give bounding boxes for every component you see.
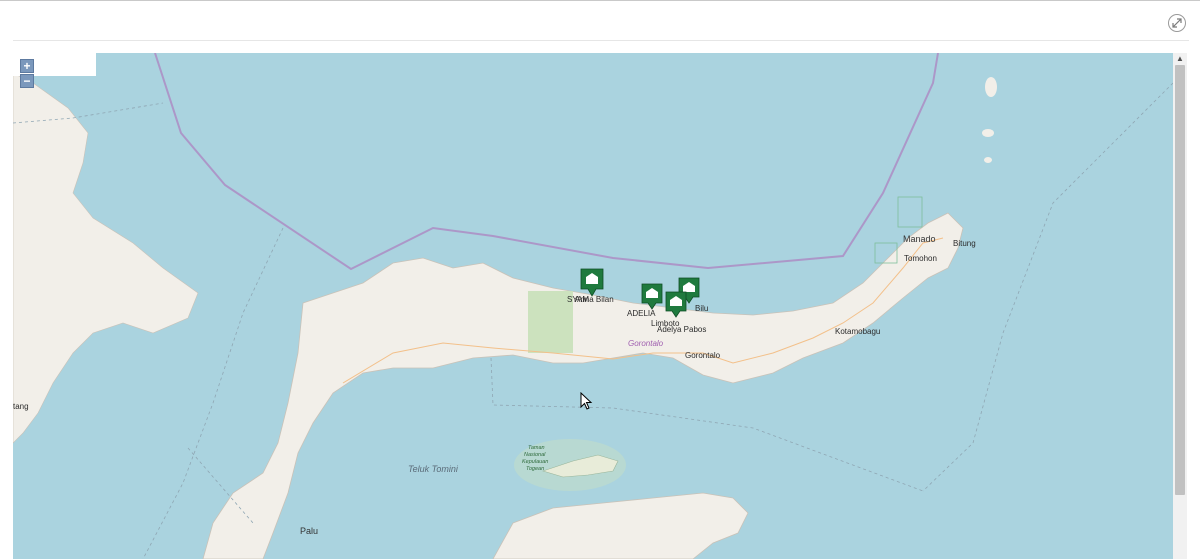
label-manado: Manado bbox=[903, 234, 936, 244]
label-palu: Palu bbox=[300, 526, 318, 536]
island-2 bbox=[982, 129, 994, 137]
label-marker-text-1: Arina Bilan bbox=[575, 295, 614, 304]
scroll-thumb[interactable] bbox=[1175, 65, 1185, 495]
label-park-1: Taman bbox=[528, 445, 545, 451]
scroll-up-arrow-icon[interactable]: ▲ bbox=[1173, 53, 1187, 65]
label-teluk-tomini: Teluk Tomini bbox=[408, 464, 459, 474]
mouse-cursor-icon bbox=[580, 392, 593, 410]
zoom-in-button[interactable]: + bbox=[20, 59, 34, 73]
map-view[interactable]: Manado Bitung Tomohon Kotamobagu Goronta… bbox=[13, 53, 1173, 559]
label-gorontalo-province: Gorontalo bbox=[628, 339, 664, 348]
label-adelya: Adelya Pabos bbox=[657, 325, 706, 334]
top-border bbox=[0, 0, 1200, 1]
island-1 bbox=[985, 77, 997, 97]
label-park-3: Kepulauan bbox=[522, 459, 548, 465]
basemap: Manado Bitung Tomohon Kotamobagu Goronta… bbox=[13, 53, 1173, 559]
expand-arrows-icon[interactable] bbox=[1168, 14, 1186, 32]
label-tang: tang bbox=[13, 402, 29, 411]
island-3 bbox=[984, 157, 992, 163]
label-adelia: ADELIA bbox=[627, 309, 656, 318]
label-park-4: Togean bbox=[526, 466, 544, 472]
label-gorontalo-city: Gorontalo bbox=[685, 351, 721, 360]
label-bitung: Bitung bbox=[953, 239, 976, 248]
label-kotamobagu: Kotamobagu bbox=[835, 327, 880, 336]
label-bilu: Bilu bbox=[695, 304, 708, 313]
label-park-2: Nasional bbox=[524, 452, 546, 458]
header-divider bbox=[13, 40, 1189, 41]
label-tomohon: Tomohon bbox=[904, 254, 937, 263]
vertical-scrollbar[interactable]: ▲ bbox=[1173, 53, 1187, 559]
zoom-out-button[interactable]: − bbox=[20, 74, 34, 88]
